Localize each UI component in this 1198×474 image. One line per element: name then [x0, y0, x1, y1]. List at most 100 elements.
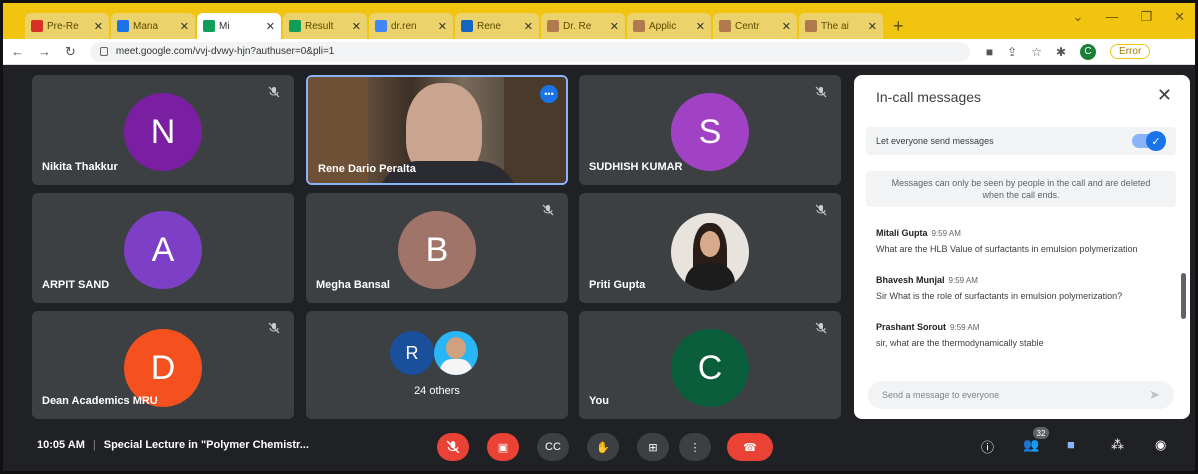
browser-tab-9[interactable]: Centr ✕ [713, 13, 797, 39]
activities-icon[interactable]: ⁂ [1111, 437, 1124, 453]
browser-tab-strip: Pre-Re ✕ Mana ✕ Mi ✕ Result ✕ dr.ren ✕ Rene ✕ … [3, 3, 1195, 39]
send-icon[interactable]: ➤ [1149, 381, 1160, 409]
star-icon[interactable]: ☆ [1031, 45, 1042, 59]
extension-area: ■ ⇪ ☆ ✱ C Error [986, 43, 1151, 60]
chat-title: In-call messages [876, 89, 982, 105]
more-options-button[interactable]: ⋮ [679, 433, 711, 461]
window-controls: ⌄ — ❐ ✕ [1073, 9, 1185, 25]
present-button[interactable]: ⊞ [637, 433, 669, 461]
chat-scrollbar[interactable] [1181, 273, 1186, 319]
avatar: A [124, 211, 202, 289]
close-window-icon[interactable]: ✕ [1174, 9, 1185, 25]
toggle-label: Let everyone send messages [876, 136, 994, 146]
close-tab-icon[interactable]: ✕ [438, 20, 447, 33]
message-time: 9:59 AM [948, 276, 978, 285]
mic-off-icon [815, 203, 827, 216]
tab-favicon [289, 20, 301, 32]
participant-tile[interactable]: D Dean Academics MRU [32, 311, 294, 419]
browser-tab-5[interactable]: dr.ren ✕ [369, 13, 453, 39]
reload-icon[interactable]: ↻ [65, 44, 76, 60]
close-tab-icon[interactable]: ✕ [180, 20, 189, 33]
participant-tile[interactable]: Priti Gupta [579, 193, 841, 303]
message-input[interactable]: Send a message to everyone ➤ [868, 381, 1174, 409]
extensions-puzzle-icon[interactable]: ✱ [1056, 45, 1066, 59]
participant-tile[interactable]: A ARPIT SAND [32, 193, 294, 303]
close-icon[interactable]: ✕ [1157, 85, 1172, 106]
check-icon: ✓ [1146, 131, 1166, 151]
profile-avatar[interactable]: C [1080, 43, 1097, 60]
close-tab-icon[interactable]: ✕ [696, 20, 705, 33]
chat-icon[interactable]: ■ [1067, 437, 1075, 452]
mic-off-icon [446, 440, 460, 454]
message-sender: Mitali Gupta [876, 228, 928, 238]
tab-favicon [375, 20, 387, 32]
captions-icon: CC [545, 441, 561, 453]
browser-tab-10[interactable]: The ai ✕ [799, 13, 883, 39]
tab-favicon [117, 20, 129, 32]
participant-name: Dean Academics MRU [42, 395, 158, 407]
lock-icon [99, 47, 108, 56]
avatar: R [390, 331, 434, 375]
tab-search-icon[interactable]: ⌄ [1073, 9, 1084, 25]
browser-tab-1[interactable]: Pre-Re ✕ [25, 13, 109, 39]
error-pill[interactable]: Error [1110, 44, 1151, 59]
browser-tab-6[interactable]: Rene ✕ [455, 13, 539, 39]
participant-name: SUDHISH KUMAR [589, 161, 683, 173]
people-icon[interactable]: 👥 [1023, 437, 1039, 453]
browser-tab-2[interactable]: Mana ✕ [111, 13, 195, 39]
avatar: N [124, 93, 202, 171]
new-tab-button[interactable]: + [893, 13, 904, 39]
captions-button[interactable]: CC [537, 433, 569, 461]
leave-call-button[interactable]: ☎ [727, 433, 773, 461]
browser-tab-3[interactable]: Mi ✕ [197, 13, 281, 39]
photo-body [685, 263, 735, 291]
privacy-notice: Messages can only be seen by people in t… [866, 171, 1176, 207]
others-tile[interactable]: R 24 others [306, 311, 568, 419]
chat-panel: In-call messages ✕ Let everyone send mes… [854, 75, 1190, 419]
browser-tab-8[interactable]: Applic ✕ [627, 13, 711, 39]
minimize-icon[interactable]: — [1105, 9, 1118, 25]
mic-toggle-button[interactable] [437, 433, 469, 461]
camera-toggle-button[interactable]: ▣ [487, 433, 519, 461]
tab-favicon [719, 20, 731, 32]
separator: | [92, 439, 96, 451]
mic-off-icon [542, 203, 554, 216]
maximize-icon[interactable]: ❐ [1140, 9, 1152, 25]
avatar: C [671, 329, 749, 407]
participant-tile[interactable]: B Megha Bansal [306, 193, 568, 303]
forward-arrow-icon[interactable]: → [38, 44, 51, 59]
url-field[interactable]: meet.google.com/vvj-dvwy-hjn?authuser=0&… [89, 41, 970, 62]
browser-tab-7[interactable]: Dr. Re ✕ [541, 13, 625, 39]
profile-photo [671, 213, 749, 291]
meeting-time: 10:05 AM [37, 439, 85, 451]
back-arrow-icon[interactable]: ← [11, 44, 24, 59]
hang-up-icon: ☎ [743, 441, 757, 454]
raise-hand-button[interactable]: ✋ [587, 433, 619, 461]
close-tab-icon[interactable]: ✕ [352, 20, 361, 33]
participant-tile[interactable]: S SUDHISH KUMAR [579, 75, 841, 185]
people-count-badge: 32 [1033, 427, 1049, 439]
browser-tab-4[interactable]: Result ✕ [283, 13, 367, 39]
participant-tile-video[interactable]: ••• Rene Dario Peralta [306, 75, 568, 185]
participant-tile[interactable]: N Nikita Thakkur [32, 75, 294, 185]
close-tab-icon[interactable]: ✕ [610, 20, 619, 33]
camera-icon[interactable]: ■ [986, 45, 993, 59]
more-vertical-icon: ⋮ [689, 441, 701, 454]
close-tab-icon[interactable]: ✕ [524, 20, 533, 33]
allow-messages-toggle[interactable]: ✓ [1132, 131, 1166, 151]
avatar-photo [434, 331, 478, 375]
close-tab-icon[interactable]: ✕ [94, 20, 103, 33]
tab-label: Mi [219, 20, 230, 32]
tab-favicon [461, 20, 473, 32]
close-tab-icon[interactable]: ✕ [266, 20, 275, 33]
close-tab-icon[interactable]: ✕ [782, 20, 791, 33]
host-controls-icon[interactable]: ◉ [1155, 437, 1166, 453]
participant-name: Rene Dario Peralta [318, 163, 416, 175]
message-text: What are the HLB Value of surfactants in… [876, 244, 1138, 254]
close-tab-icon[interactable]: ✕ [868, 20, 877, 33]
participant-name: Megha Bansal [316, 279, 390, 291]
info-icon[interactable]: ⓘ [981, 437, 994, 456]
tab-label: Centr [735, 20, 760, 32]
participant-tile-self[interactable]: C You [579, 311, 841, 419]
share-icon[interactable]: ⇪ [1007, 45, 1017, 59]
